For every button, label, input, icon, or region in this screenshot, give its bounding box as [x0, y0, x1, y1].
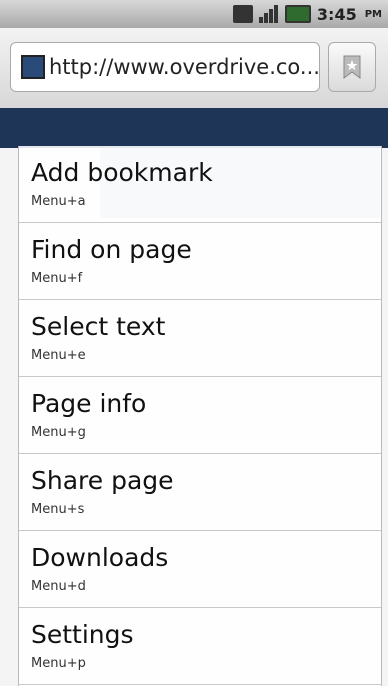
- menu-item-label: Select text: [31, 312, 166, 341]
- menu-item-shortcut: Menu+p: [31, 656, 86, 671]
- menu-item-shortcut: Menu+g: [31, 425, 86, 440]
- menu-item-label: Settings: [31, 620, 134, 649]
- bookmark-button[interactable]: [328, 42, 376, 92]
- menu-item-share-page[interactable]: Share page Menu+s: [19, 454, 381, 531]
- url-field[interactable]: http://www.overdrive.co...: [10, 42, 320, 92]
- status-time: 3:45: [316, 4, 357, 24]
- menu-item-select-text[interactable]: Select text Menu+e: [19, 300, 381, 377]
- bookmark-star-icon: [343, 55, 361, 79]
- menu-item-shortcut: Menu+s: [31, 502, 85, 517]
- browser-menu: Add bookmark Menu+a Find on page Menu+f …: [18, 146, 382, 686]
- 3g-data-icon: [232, 5, 253, 23]
- menu-item-label: Downloads: [31, 543, 169, 572]
- menu-item-label: Share page: [31, 466, 174, 495]
- menu-item-shortcut: Menu+e: [31, 348, 86, 363]
- url-bar: http://www.overdrive.co...: [0, 28, 388, 109]
- menu-item-label: Add bookmark: [31, 158, 213, 187]
- menu-item-downloads[interactable]: Downloads Menu+d: [19, 531, 381, 608]
- menu-item-settings[interactable]: Settings Menu+p: [19, 608, 381, 685]
- status-ampm: PM: [364, 8, 382, 20]
- url-text: http://www.overdrive.co...: [49, 55, 319, 79]
- page-banner: [0, 108, 388, 148]
- menu-item-label: Find on page: [31, 235, 192, 264]
- menu-item-shortcut: Menu+d: [31, 579, 86, 594]
- menu-item-page-info[interactable]: Page info Menu+g: [19, 377, 381, 454]
- status-bar: 3:45 PM: [0, 0, 388, 28]
- signal-icon: [258, 5, 279, 23]
- menu-item-shortcut: Menu+f: [31, 271, 83, 286]
- favicon-icon: [21, 55, 45, 79]
- menu-item-find-on-page[interactable]: Find on page Menu+f: [19, 223, 381, 300]
- menu-item-add-bookmark[interactable]: Add bookmark Menu+a: [19, 146, 381, 223]
- battery-icon: [284, 5, 311, 23]
- menu-item-label: Page info: [31, 389, 147, 418]
- menu-item-shortcut: Menu+a: [31, 194, 86, 209]
